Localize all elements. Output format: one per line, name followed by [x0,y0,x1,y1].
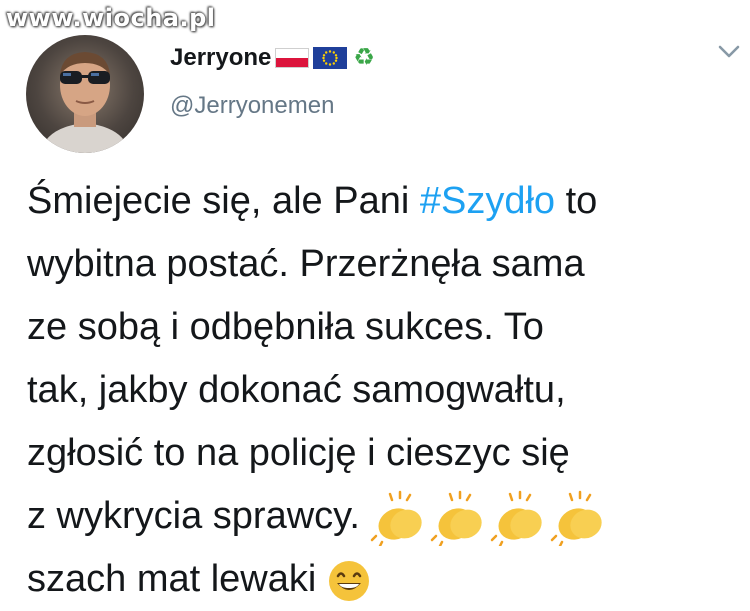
chevron-down-icon[interactable] [716,42,742,62]
clapping-hands-icon [551,490,603,546]
grinning-face-icon [328,560,369,601]
eu-flag-icon [313,47,348,69]
tweet-line: wybitna postać. Przerżnęła sama [27,243,585,285]
tweet-line: ze sobą i odbębniła sukces. To [27,306,544,348]
tweet-line: tak, jakby dokonać samogwałtu, [27,369,566,411]
tweet-text-segment: szach mat lewaki [27,558,317,600]
tweet-line: zgłosić to na policję i cieszyc się [27,432,570,474]
poland-flag-icon [275,48,310,68]
clapping-hands-icon [431,490,483,546]
tweet-text-segment: Śmiejecie się, ale Pani [27,180,420,222]
tweet-line: Śmiejecie się, ale Pani #Szydło to [27,170,737,233]
recycle-icon: ♻ [353,44,375,71]
tweet-text: Śmiejecie się, ale Pani #Szydło to wybit… [27,170,737,611]
site-watermark: www.wiocha.pl [6,4,216,32]
user-handle[interactable]: @Jerryonemen [170,92,334,120]
clapping-hands-icon [491,490,543,546]
avatar[interactable] [26,35,144,153]
clapping-hands-icon [371,490,423,546]
tweet-line: z wykrycia sprawcy. [27,485,737,548]
tweet-line: szach mat lewaki [27,548,737,611]
author-name-row[interactable]: Jerryone ♻ [170,40,375,76]
tweet-text-segment: z wykrycia sprawcy. [27,495,360,537]
display-name[interactable]: Jerryone [170,44,271,72]
avatar-photo [40,52,130,153]
tweet-text-segment: to [555,180,598,222]
hashtag-link[interactable]: #Szydło [420,180,555,222]
clapping-hands-emojis [371,490,603,546]
